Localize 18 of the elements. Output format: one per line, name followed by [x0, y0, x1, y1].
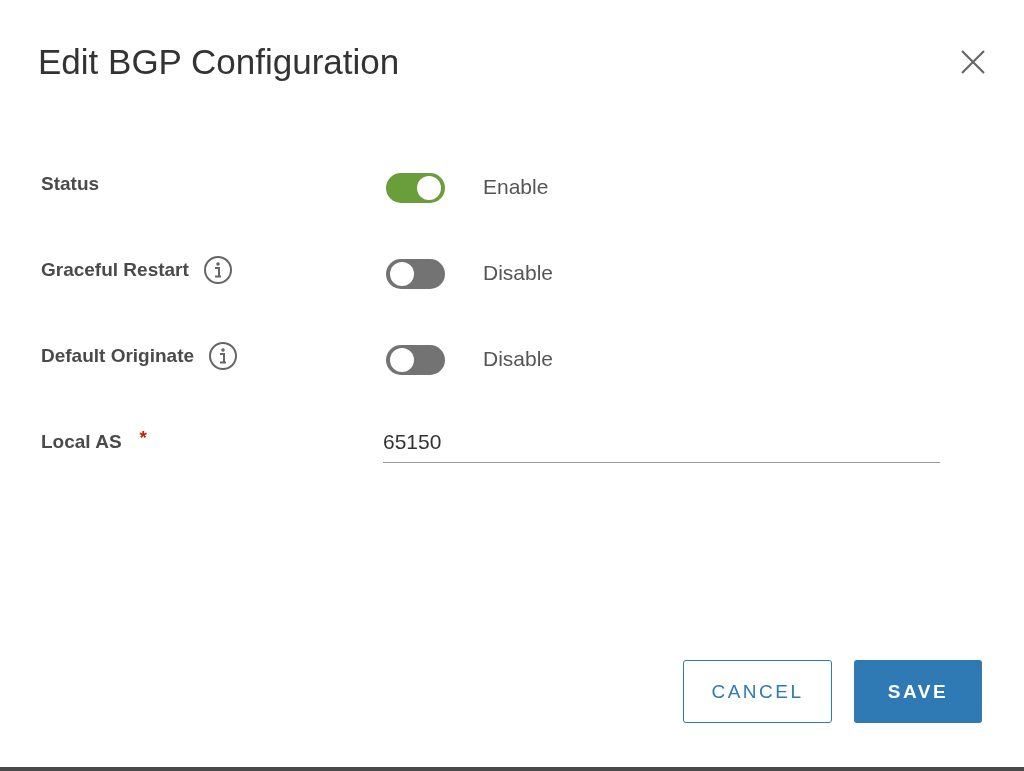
field-label: Status	[41, 173, 100, 195]
field-label: Default Originate	[41, 345, 195, 367]
cancel-button[interactable]: CANCEL	[683, 660, 832, 723]
field-label: Graceful Restart	[41, 259, 189, 281]
field-label: Local AS	[41, 431, 122, 453]
dialog-title: Edit BGP Configuration	[38, 42, 400, 82]
toggle-switch[interactable]	[386, 345, 445, 375]
required-mark: *	[139, 427, 147, 449]
input-field[interactable]: 65150	[383, 429, 940, 463]
info-icon[interactable]	[208, 341, 239, 371]
info-icon[interactable]	[202, 255, 233, 285]
save-button[interactable]: SAVE	[854, 660, 982, 723]
toggle-switch[interactable]	[386, 173, 445, 203]
toggle-state: Disable	[483, 261, 554, 286]
toggle-switch[interactable]	[386, 259, 445, 289]
close-icon[interactable]	[960, 49, 986, 75]
toggle-state: Enable	[483, 175, 549, 200]
toggle-state: Disable	[483, 347, 554, 372]
